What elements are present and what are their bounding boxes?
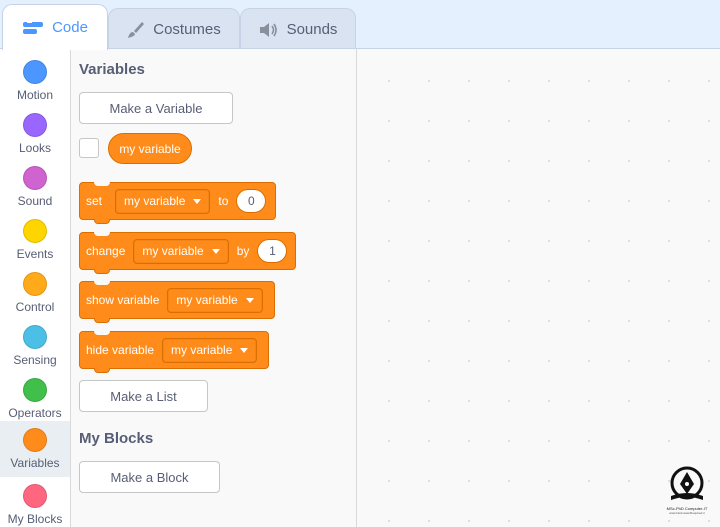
events-color-dot: [23, 219, 47, 243]
category-label: My Blocks: [7, 512, 63, 526]
tab-sounds-label: Sounds: [286, 21, 338, 38]
block-text: set: [86, 194, 103, 208]
dropdown-value: my variable: [176, 293, 238, 307]
variables-section-title: Variables: [79, 61, 145, 78]
block-palette: Variables Make a Variable my variable se…: [71, 48, 357, 527]
dropdown-value: my variable: [142, 244, 204, 258]
caret-down-icon: [211, 248, 220, 254]
category-sensing[interactable]: Sensing: [0, 319, 70, 372]
sensing-color-dot: [23, 325, 47, 349]
tab-costumes-label: Costumes: [153, 21, 221, 38]
category-menu: Motion Looks Sound Events Control Sensin…: [0, 48, 71, 527]
looks-color-dot: [23, 113, 47, 137]
block-text: hide variable: [86, 343, 155, 357]
category-control[interactable]: Control: [0, 266, 70, 319]
pen-nib-logo-icon: [670, 466, 704, 500]
show-variable-block[interactable]: show variable my variable: [79, 281, 275, 323]
category-label: Variables: [10, 456, 60, 470]
code-icon: [22, 20, 44, 36]
speaker-icon: [259, 22, 279, 38]
caret-down-icon: [240, 347, 249, 353]
block-text: change: [86, 244, 126, 258]
tab-sounds[interactable]: Sounds: [240, 8, 356, 50]
my-blocks-color-dot: [23, 484, 47, 508]
variables-color-dot: [23, 428, 47, 452]
scripts-workspace[interactable]: [357, 48, 720, 527]
motion-color-dot: [23, 60, 47, 84]
variable-dropdown[interactable]: my variable: [167, 287, 263, 313]
set-variable-block[interactable]: set my variable to 0: [79, 182, 276, 224]
tab-costumes[interactable]: Costumes: [108, 8, 240, 50]
brush-icon: [127, 21, 145, 39]
category-motion[interactable]: Motion: [0, 54, 70, 107]
category-looks[interactable]: Looks: [0, 107, 70, 160]
block-text: to: [218, 194, 229, 208]
dropdown-value: my variable: [171, 343, 233, 357]
editor-tab-bar: Code Costumes Sounds: [0, 0, 720, 50]
sound-color-dot: [23, 166, 47, 190]
hide-variable-block[interactable]: hide variable my variable: [79, 331, 269, 373]
variable-dropdown[interactable]: my variable: [133, 238, 229, 264]
category-label: Looks: [18, 141, 52, 155]
value-input[interactable]: 1: [257, 239, 288, 263]
dropdown-value: my variable: [124, 194, 186, 208]
category-label: Sound: [17, 194, 53, 208]
make-list-button[interactable]: Make a List: [79, 380, 208, 412]
category-sound[interactable]: Sound: [0, 160, 70, 213]
watermark-line2: www.NoAnswerRequired.ir: [669, 511, 705, 515]
make-variable-button[interactable]: Make a Variable: [79, 92, 233, 124]
category-label: Operators: [8, 406, 62, 420]
block-text: by: [236, 244, 250, 258]
tab-code[interactable]: Code: [2, 4, 108, 50]
my-blocks-section-title: My Blocks: [79, 430, 154, 447]
variable-reporter-block[interactable]: my variable: [108, 133, 192, 164]
watermark-logo: MSc-PhD Computer-IT www.NoAnswerRequired…: [664, 466, 710, 522]
category-label: Sensing: [13, 353, 57, 367]
block-text: show variable: [86, 293, 160, 307]
make-block-button[interactable]: Make a Block: [79, 461, 220, 493]
category-label: Motion: [16, 88, 54, 102]
caret-down-icon: [193, 198, 202, 204]
value-input[interactable]: 0: [236, 189, 267, 213]
variable-monitor-checkbox[interactable]: [79, 138, 99, 158]
category-my-blocks[interactable]: My Blocks: [0, 478, 70, 527]
control-color-dot: [23, 272, 47, 296]
variable-dropdown[interactable]: my variable: [115, 188, 211, 214]
category-variables[interactable]: Variables: [0, 421, 70, 477]
variable-dropdown[interactable]: my variable: [162, 337, 258, 363]
category-operators[interactable]: Operators: [0, 372, 70, 425]
category-events[interactable]: Events: [0, 213, 70, 266]
category-label: Events: [16, 247, 54, 261]
change-variable-block[interactable]: change my variable by 1: [79, 232, 296, 274]
tab-code-label: Code: [52, 19, 88, 36]
category-label: Control: [15, 300, 55, 314]
operators-color-dot: [23, 378, 47, 402]
caret-down-icon: [245, 297, 254, 303]
